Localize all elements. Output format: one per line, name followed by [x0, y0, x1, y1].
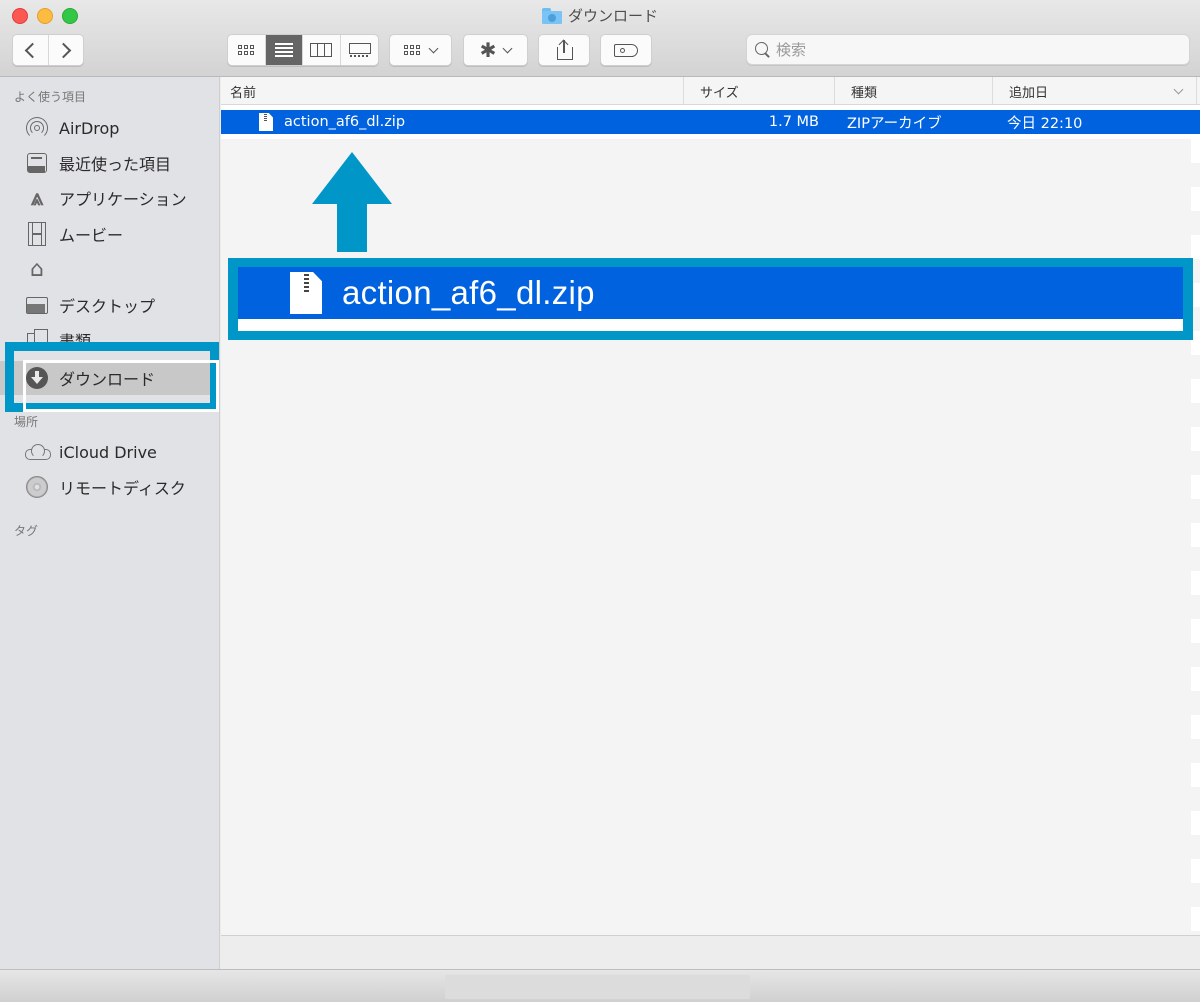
sidebar-item-recents[interactable]: 最近使った項目	[0, 146, 219, 180]
sidebar-item-airdrop[interactable]: AirDrop	[0, 111, 219, 145]
column-header-kind[interactable]: 種類	[835, 77, 993, 105]
list-view-icon	[274, 43, 293, 57]
sidebar-item-label: iCloud Drive	[59, 442, 157, 462]
back-button[interactable]	[13, 35, 49, 65]
finder-window: ダウンロード ✱ 検索 よく使う項目 AirDrop 最近使った項目 ⩓ アプリ…	[0, 0, 1200, 1002]
sidebar-item-label: アプリケーション	[59, 190, 187, 209]
list-view-button[interactable]	[265, 35, 303, 65]
icloud-icon	[25, 440, 51, 464]
share-icon	[556, 39, 573, 60]
callout-inner: action_af6_dl.zip	[238, 267, 1183, 331]
titlebar: ダウンロード ✱	[0, 0, 1200, 77]
icon-view-button[interactable]	[228, 35, 266, 65]
arrow-shaft	[337, 203, 367, 252]
column-label: サイズ	[700, 85, 739, 101]
list-footer	[221, 935, 1200, 969]
sidebar-item-label: リモートディスク	[59, 479, 186, 498]
column-label: 種類	[851, 85, 878, 101]
downloads-highlight-box	[5, 342, 219, 412]
file-size: 1.7 MB	[768, 114, 819, 130]
zoomed-file-name: action_af6_dl.zip	[342, 274, 595, 311]
zoomed-file-row: action_af6_dl.zip	[238, 267, 1183, 319]
share-button[interactable]	[538, 34, 590, 66]
sidebar-item-movies[interactable]: ムービー	[0, 217, 219, 251]
sidebar-item-desktop[interactable]: デスクトップ	[0, 288, 219, 322]
gallery-view-button[interactable]	[341, 35, 378, 65]
window-title-text: ダウンロード	[567, 7, 658, 25]
zip-file-icon	[259, 113, 273, 131]
sidebar-heading-tags: タグ	[14, 524, 39, 538]
desktop-icon	[25, 293, 49, 317]
navigation-buttons	[12, 34, 84, 66]
zoomed-file-callout: action_af6_dl.zip	[228, 258, 1193, 340]
column-header-size[interactable]: サイズ	[684, 77, 835, 105]
sort-chevron-icon	[1173, 84, 1184, 95]
column-header-name[interactable]: 名前	[221, 77, 684, 105]
remote-disc-icon	[25, 475, 49, 499]
sidebar-heading-favorites: よく使う項目	[14, 90, 87, 104]
sidebar-item-icloud-drive[interactable]: iCloud Drive	[0, 435, 219, 469]
chevron-right-icon	[55, 42, 72, 58]
column-label: 追加日	[1009, 85, 1049, 101]
applications-icon: ⩓	[30, 185, 44, 211]
chevron-left-icon	[24, 42, 41, 58]
sidebar: よく使う項目 AirDrop 最近使った項目 ⩓ アプリケーション ムービー ⌂…	[0, 77, 220, 969]
icon-view-icon	[238, 45, 255, 55]
sidebar-item-home[interactable]: ⌂	[0, 252, 219, 286]
file-name: action_af6_dl.zip	[284, 114, 406, 130]
sidebar-item-applications[interactable]: ⩓ アプリケーション	[0, 181, 219, 215]
airdrop-icon	[25, 116, 49, 140]
window-title: ダウンロード	[0, 5, 1200, 26]
chevron-down-icon	[502, 43, 513, 53]
search-field[interactable]	[746, 34, 1190, 65]
gear-icon: ✱	[479, 38, 497, 62]
view-mode-segmented-control	[227, 34, 379, 66]
up-arrow-icon	[312, 152, 392, 252]
recents-icon	[25, 151, 49, 175]
tag-button[interactable]	[600, 34, 652, 66]
downloads-folder-icon	[541, 7, 562, 24]
sidebar-item-label: 最近使った項目	[59, 155, 172, 174]
forward-button[interactable]	[49, 35, 84, 65]
grid-icon	[404, 45, 420, 55]
status-bar-slot	[445, 975, 750, 999]
file-kind: ZIPアーカイブ	[847, 115, 942, 132]
sidebar-item-label: AirDrop	[59, 118, 120, 138]
file-row[interactable]: action_af6_dl.zip 1.7 MB ZIPアーカイブ 今日 22:…	[221, 110, 1200, 134]
column-view-button[interactable]	[303, 35, 341, 65]
sidebar-heading-locations: 場所	[14, 415, 39, 429]
search-icon	[755, 42, 770, 57]
arrow-head	[312, 152, 392, 204]
status-bar	[0, 969, 1200, 1002]
action-button[interactable]: ✱	[463, 34, 528, 66]
file-date-added: 今日 22:10	[1007, 115, 1083, 132]
tag-icon	[614, 43, 638, 57]
downloads-highlight-inner	[23, 360, 219, 412]
zip-file-icon	[290, 272, 322, 314]
column-label: 名前	[230, 85, 257, 101]
sidebar-item-remote-disc[interactable]: リモートディスク	[0, 470, 219, 504]
column-header: 名前 サイズ 種類 追加日	[221, 77, 1200, 105]
movies-icon	[25, 222, 49, 246]
chevron-down-icon	[428, 43, 439, 53]
sidebar-item-label: デスクトップ	[59, 297, 156, 316]
file-icon-cell	[259, 110, 273, 134]
arrange-button[interactable]	[389, 34, 452, 66]
search-input[interactable]	[776, 40, 1176, 59]
column-view-icon	[310, 43, 333, 57]
sidebar-item-label: ムービー	[59, 226, 124, 245]
home-icon: ⌂	[30, 256, 44, 282]
gallery-view-icon	[349, 42, 372, 58]
column-header-date-added[interactable]: 追加日	[993, 77, 1197, 105]
